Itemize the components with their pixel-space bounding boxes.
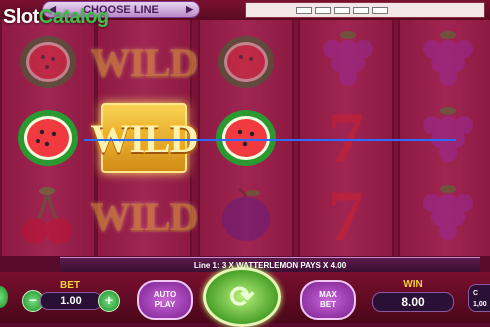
payline-indicator-cell [353,6,369,14]
symbol-watermelon [2,24,94,100]
bet-label: BET [60,280,80,291]
watermelon-icon [218,36,274,88]
spin-arrows-icon: ⟳ [229,280,255,314]
symbol-grapes [400,178,490,254]
logo-catalog: Catalog [38,6,109,28]
win-value: 8.00 [372,292,454,312]
credit-value: 1,00 [473,301,487,308]
grapes-icon [423,107,473,162]
watermelon-icon [216,110,276,166]
wild-label: WILD [90,193,198,239]
seven-label: 7 [328,175,364,256]
grapes-icon [323,31,373,86]
wild-tile: WILD [90,103,199,173]
max-bet-button[interactable]: MAX BET [300,280,356,320]
winning-payline [84,139,456,141]
choose-line-right-arrow[interactable]: ▶ [186,4,193,15]
payline-indicator-cell [334,6,350,14]
win-info-message: Line 1: 3 X WATTERLEMON PAYS X 4.00 [193,260,347,270]
reel-4: 7 7 [298,20,394,256]
wild-label: WILD [90,115,198,161]
win-info-bar: Line 1: 3 X WATTERLEMON PAYS X 4.00 [60,257,480,273]
credit-label: C [473,290,479,297]
symbol-grapes [400,24,490,100]
reels-area: WILD WILD WILD 7 7 [0,20,490,256]
wild-label: WILD [90,39,198,85]
bet-value: 1.00 [40,292,102,310]
watermark-logo: SlotCatalog [3,6,109,29]
settings-button-partial[interactable] [0,286,8,308]
spin-button[interactable]: ⟳ [203,267,281,327]
grapes-icon [423,31,473,86]
symbol-plum [200,178,292,254]
plum-icon [222,188,270,241]
win-panel: WIN 8.00 [366,278,460,314]
grapes-icon [423,185,473,240]
payline-indicator-cell [296,6,312,14]
symbol-watermelon [2,100,94,176]
watermelon-icon [20,36,76,88]
symbol-wild: WILD [90,178,198,254]
bet-increase-button[interactable]: + [98,290,120,312]
payline-indicator [245,2,485,18]
symbol-seven: 7 [300,176,392,256]
control-bar: BET − 1.00 + AUTO PLAY ⟳ MAX BET WIN 8.0… [0,267,490,327]
bet-panel: BET − 1.00 + [22,276,120,314]
reel-5 [398,20,490,256]
symbol-grapes [400,100,490,176]
win-label: WIN [403,279,423,290]
auto-play-label: AUTO PLAY [153,290,177,309]
symbol-grapes [300,24,392,100]
auto-play-button[interactable]: AUTO PLAY [137,280,193,320]
reel-3 [198,20,294,256]
credit-panel-partial: C 1,00 [468,284,490,312]
watermelon-icon [18,110,78,166]
reel-1 [0,20,96,256]
symbol-seven: 7 [300,98,392,178]
symbol-watermelon [200,24,292,100]
logo-slot: Slot [3,6,39,28]
seven-label: 7 [328,97,364,178]
symbol-wild-highlighted: WILD [90,100,199,176]
symbol-watermelon [200,100,292,176]
payline-indicator-cell [315,6,331,14]
max-bet-label: MAX BET [319,290,337,309]
payline-indicator-cell [372,6,388,14]
symbol-cherries [2,178,94,254]
reel-2: WILD WILD WILD [90,20,199,256]
cherries-icon [22,187,72,244]
symbol-wild: WILD [90,24,198,100]
